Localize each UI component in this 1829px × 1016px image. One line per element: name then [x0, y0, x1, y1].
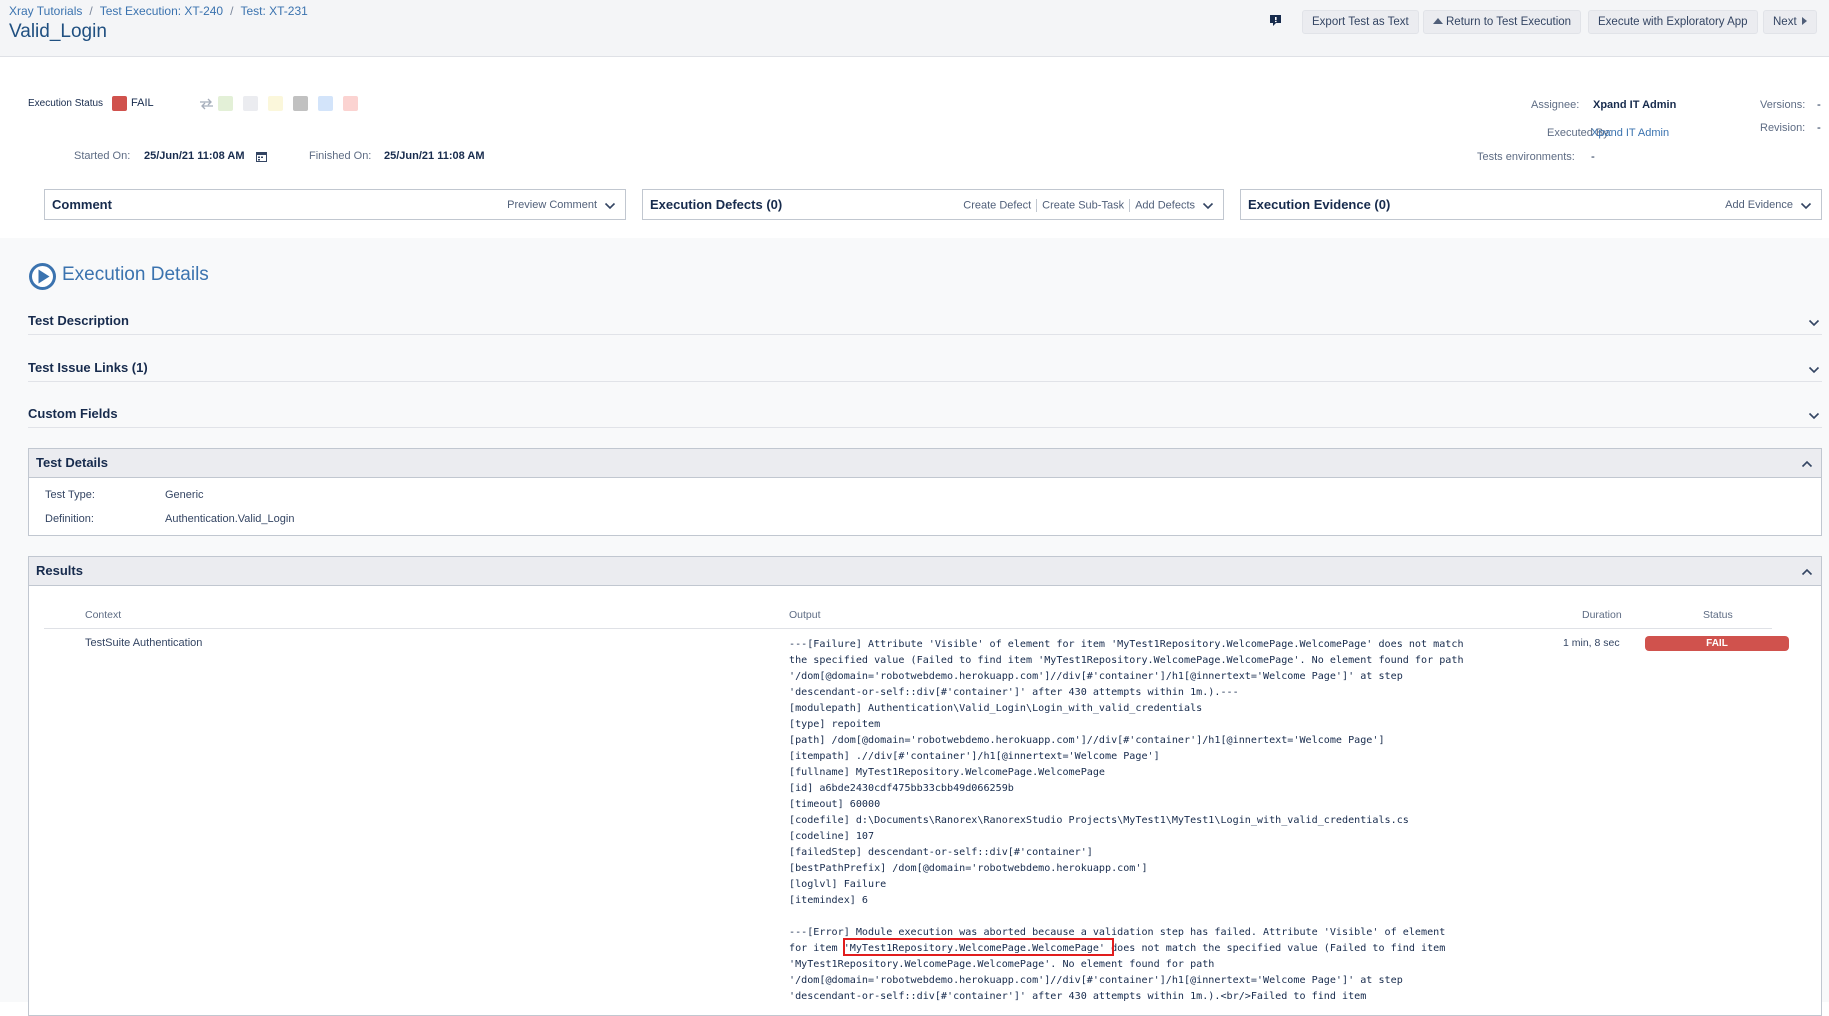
result-context: TestSuite Authentication: [85, 637, 203, 649]
breadcrumb-separator: /: [89, 4, 93, 18]
revision-label: Revision:: [1760, 122, 1806, 134]
calendar-icon[interactable]: [256, 151, 267, 162]
arrow-up-icon: [1433, 18, 1443, 24]
test-details-box: Test Details Test Type: Generic Definiti…: [28, 448, 1822, 536]
versions-value: -: [1817, 99, 1821, 111]
chevron-up-icon[interactable]: [1801, 566, 1813, 578]
breadcrumb-separator: /: [230, 4, 234, 18]
chevron-up-icon[interactable]: [1801, 458, 1813, 470]
status-color-swatch: [112, 96, 127, 111]
executed-by-value[interactable]: Xpand IT Admin: [1591, 127, 1669, 139]
status-option-swatch[interactable]: [243, 96, 258, 111]
comment-panel: Comment Preview Comment: [44, 189, 626, 220]
breadcrumb: Xray Tutorials / Test Execution: XT-240 / Te…: [9, 4, 308, 18]
chevron-right-icon: [1801, 17, 1807, 25]
results-title: Results: [36, 563, 83, 578]
test-description-title: Test Description: [28, 313, 129, 328]
test-description-section[interactable]: Test Description: [28, 311, 1822, 335]
comment-panel-title: Comment: [52, 197, 112, 212]
export-test-as-text-button[interactable]: Export Test as Text: [1302, 10, 1419, 34]
tests-environments-label: Tests environments:: [1477, 151, 1575, 163]
create-sub-task-link[interactable]: Create Sub-Task: [1042, 199, 1124, 211]
return-button-label: Return to Test Execution: [1446, 16, 1572, 28]
test-type-label: Test Type:: [45, 489, 95, 501]
custom-fields-title: Custom Fields: [28, 406, 118, 421]
column-header-output: Output: [789, 609, 821, 621]
execution-evidence-panel: Execution Evidence (0) Add Evidence: [1240, 189, 1822, 220]
table-header-divider: [44, 628, 1772, 629]
test-details-header[interactable]: Test Details: [29, 449, 1821, 478]
breadcrumb-test[interactable]: Test: XT-231: [240, 4, 307, 18]
breadcrumb-test-execution[interactable]: Test Execution: XT-240: [100, 4, 223, 18]
chevron-down-icon[interactable]: [1202, 200, 1214, 212]
definition-value: Authentication.Valid_Login: [165, 513, 295, 525]
change-status-icon[interactable]: [199, 98, 214, 110]
custom-fields-section[interactable]: Custom Fields: [28, 404, 1822, 428]
result-duration: 1 min, 8 sec: [1563, 637, 1620, 649]
results-header[interactable]: Results: [29, 557, 1821, 586]
page-header: Xray Tutorials / Test Execution: XT-240 / Te…: [0, 0, 1829, 57]
execute-with-exploratory-app-button[interactable]: Execute with Exploratory App: [1588, 10, 1758, 34]
definition-label: Definition:: [45, 513, 94, 525]
feedback-icon[interactable]: [1269, 14, 1282, 27]
status-option-swatch[interactable]: [318, 96, 333, 111]
column-header-context: Context: [85, 609, 122, 621]
chevron-down-icon[interactable]: [604, 200, 616, 212]
finished-on-label: Finished On:: [309, 150, 372, 162]
execution-details-title: Execution Details: [62, 264, 209, 285]
execution-defects-title: Execution Defects (0): [650, 197, 783, 212]
page-title: Valid_Login: [9, 21, 107, 42]
annotation-highlight: [843, 938, 1114, 956]
execution-evidence-title: Execution Evidence (0): [1248, 197, 1391, 212]
execution-status-label: Execution Status: [28, 98, 104, 109]
execution-status-value: FAIL: [131, 97, 154, 109]
status-option-swatch[interactable]: [218, 96, 233, 111]
assignee-value: Xpand IT Admin: [1593, 99, 1677, 111]
status-option-swatch[interactable]: [293, 96, 308, 111]
divider: [1036, 199, 1038, 212]
status-badge: FAIL: [1645, 636, 1789, 651]
return-to-test-execution-button[interactable]: Return to Test Execution: [1423, 10, 1582, 34]
preview-comment-link[interactable]: Preview Comment: [507, 199, 597, 211]
started-on-value: 25/Jun/21 11:08 AM: [144, 150, 245, 162]
test-issue-links-section[interactable]: Test Issue Links (1): [28, 358, 1822, 382]
divider: [1129, 199, 1131, 212]
finished-on-value: 25/Jun/21 11:08 AM: [384, 150, 485, 162]
execution-defects-panel: Execution Defects (0) Create Defect Creat…: [642, 189, 1224, 220]
defect-actions: Create Defect Create Sub-Task Add Defects: [963, 199, 1195, 212]
tests-environments-value: -: [1591, 151, 1595, 163]
add-evidence-link[interactable]: Add Evidence: [1725, 199, 1793, 211]
versions-label: Versions:: [1760, 99, 1806, 111]
next-button-label: Next: [1773, 16, 1797, 28]
chevron-down-icon[interactable]: [1808, 410, 1820, 422]
started-on-label: Started On:: [74, 150, 131, 162]
create-defect-link[interactable]: Create Defect: [963, 199, 1031, 211]
assignee-label: Assignee:: [1531, 99, 1580, 111]
add-defects-link[interactable]: Add Defects: [1135, 199, 1195, 211]
column-header-duration: Duration: [1582, 609, 1622, 621]
play-icon: [29, 263, 56, 290]
chevron-down-icon[interactable]: [1808, 364, 1820, 376]
chevron-down-icon[interactable]: [1800, 200, 1812, 212]
breadcrumb-project[interactable]: Xray Tutorials: [9, 4, 82, 18]
test-issue-links-title: Test Issue Links (1): [28, 360, 148, 375]
status-option-swatch[interactable]: [268, 96, 283, 111]
chevron-down-icon[interactable]: [1808, 317, 1820, 329]
status-option-swatch[interactable]: [343, 96, 358, 111]
test-type-value: Generic: [165, 489, 204, 501]
revision-value: -: [1817, 122, 1821, 134]
test-details-title: Test Details: [36, 455, 109, 470]
next-button[interactable]: Next: [1763, 10, 1817, 34]
column-header-status: Status: [1703, 609, 1733, 621]
